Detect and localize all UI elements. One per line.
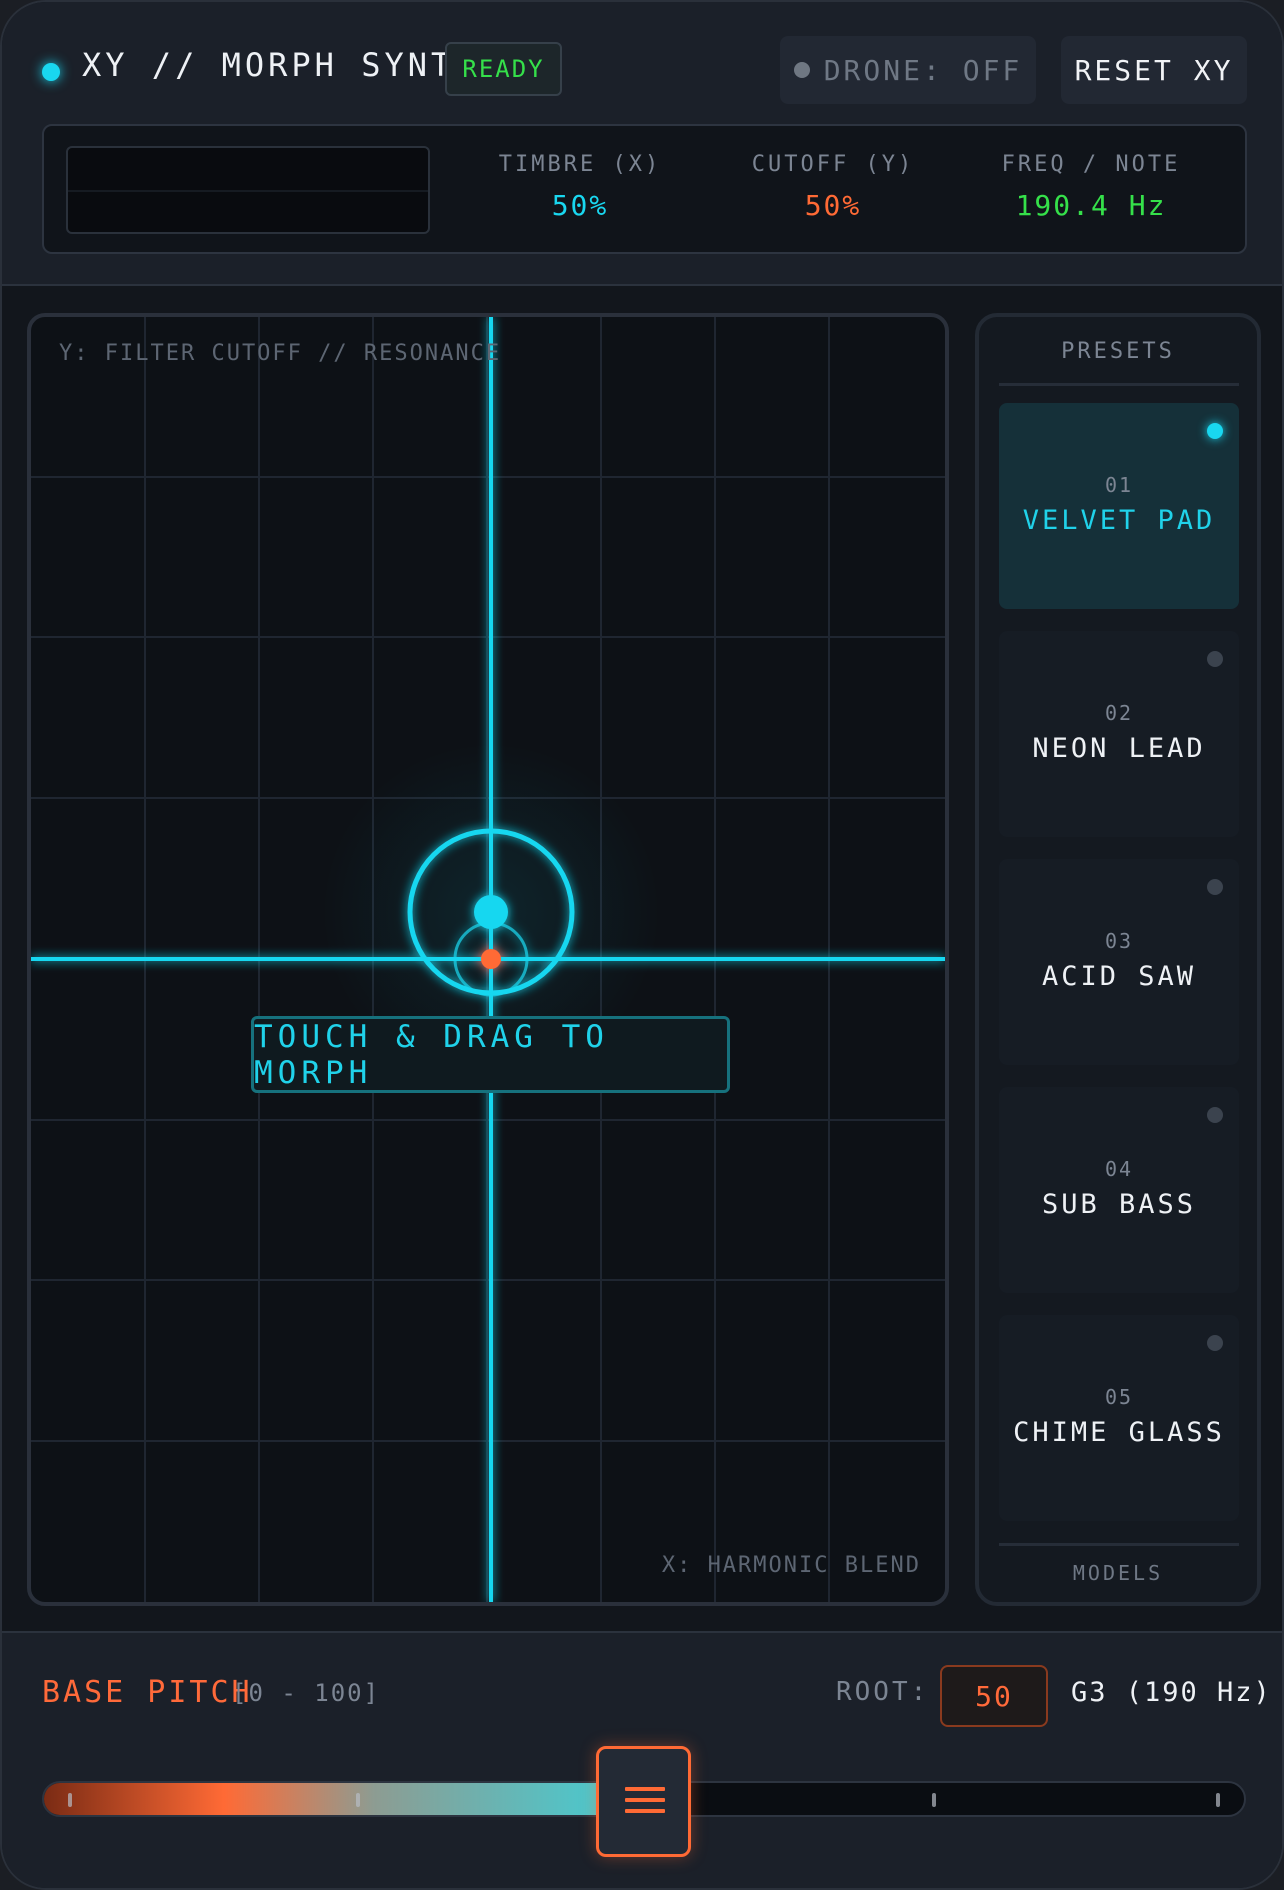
drone-toggle-button[interactable]: DRONE: OFF	[780, 36, 1036, 104]
reset-xy-button[interactable]: RESET XY	[1061, 36, 1247, 104]
preset-inactive-icon	[1207, 1335, 1223, 1351]
root-value-field[interactable]: 50	[940, 1665, 1048, 1727]
preset-number: 04	[1104, 1157, 1134, 1181]
header: XY // MORPH SYNTH READY DRONE: OFF RESET…	[2, 2, 1282, 286]
y-axis-label: Y: FILTER CUTOFF // RESONANCE	[59, 341, 502, 366]
app-title: XY // MORPH SYNTH	[82, 46, 478, 84]
cursor-handle	[474, 895, 508, 929]
preset-name: CHIME GLASS	[1013, 1417, 1225, 1448]
preset-active-icon	[1207, 423, 1223, 439]
pitch-slider-thumb[interactable]	[596, 1746, 691, 1857]
models-label: MODELS	[1072, 1561, 1164, 1585]
preset-number: 05	[1104, 1385, 1134, 1409]
drag-hint: TOUCH & DRAG TO MORPH	[251, 1016, 730, 1093]
preset-name: SUB BASS	[1041, 1189, 1197, 1220]
slider-tick	[932, 1793, 936, 1807]
preset-number: 01	[1104, 473, 1134, 497]
preset-name: NEON LEAD	[1032, 733, 1206, 764]
preset-acid-saw[interactable]: 03 ACID SAW	[999, 859, 1239, 1065]
base-pitch-label: BASE PITCH	[42, 1675, 253, 1710]
oscilloscope-display	[66, 146, 430, 234]
preset-inactive-icon	[1207, 879, 1223, 895]
freq-label: FREQ / NOTE	[1001, 152, 1181, 177]
grip-icon	[625, 1787, 665, 1820]
preset-number: 02	[1104, 701, 1134, 725]
timbre-value: 50%	[551, 189, 609, 222]
preset-name: ACID SAW	[1041, 961, 1197, 992]
cutoff-value: 50%	[804, 189, 862, 222]
slider-tick	[1216, 1793, 1220, 1807]
timbre-label: TIMBRE (X)	[498, 152, 662, 177]
xy-pad[interactable]: Y: FILTER CUTOFF // RESONANCE X: HARMONI…	[27, 313, 949, 1606]
preset-neon-lead[interactable]: 02 NEON LEAD	[999, 631, 1239, 837]
freq-value: 190.4 Hz	[1015, 189, 1167, 222]
root-note: G3 (190 Hz)	[1071, 1677, 1272, 1708]
freq-stat: FREQ / NOTE 190.4 Hz	[981, 152, 1201, 222]
divider	[999, 1543, 1239, 1546]
x-axis-label: X: HARMONIC BLEND	[661, 1553, 921, 1578]
preset-velvet-pad[interactable]: 01 VELVET PAD	[999, 403, 1239, 609]
preset-number: 03	[1104, 929, 1134, 953]
origin-marker	[481, 949, 501, 969]
preset-inactive-icon	[1207, 1107, 1223, 1123]
presets-title: PRESETS	[1061, 339, 1175, 364]
pitch-range-label: [0 - 100]	[232, 1679, 381, 1707]
presets-panel: PRESETS 01 VELVET PAD 02 NEON LEAD 03 AC…	[975, 313, 1261, 1606]
slider-tick	[68, 1793, 72, 1807]
preset-sub-bass[interactable]: 04 SUB BASS	[999, 1087, 1239, 1293]
drone-indicator-icon	[793, 62, 810, 78]
status-badge: READY	[445, 42, 562, 96]
drone-label: DRONE: OFF	[823, 53, 1023, 87]
power-indicator-icon	[42, 63, 60, 81]
timbre-stat: TIMBRE (X) 50%	[470, 152, 690, 222]
synth-app: XY // MORPH SYNTH READY DRONE: OFF RESET…	[0, 0, 1284, 1890]
divider	[999, 383, 1239, 386]
preset-chime-glass[interactable]: 05 CHIME GLASS	[999, 1315, 1239, 1521]
xy-grid	[31, 317, 945, 1602]
pitch-panel: BASE PITCH [0 - 100] ROOT: 50 G3 (190 Hz…	[2, 1631, 1282, 1888]
cutoff-label: CUTOFF (Y)	[751, 152, 915, 177]
root-label: ROOT:	[836, 1677, 930, 1707]
readout-panel: TIMBRE (X) 50% CUTOFF (Y) 50% FREQ / NOT…	[42, 124, 1247, 254]
preset-inactive-icon	[1207, 651, 1223, 667]
slider-tick	[356, 1793, 360, 1807]
cutoff-stat: CUTOFF (Y) 50%	[723, 152, 943, 222]
preset-name: VELVET PAD	[1022, 505, 1216, 536]
pitch-slider-fill	[44, 1783, 644, 1815]
scope-trace	[68, 190, 428, 192]
